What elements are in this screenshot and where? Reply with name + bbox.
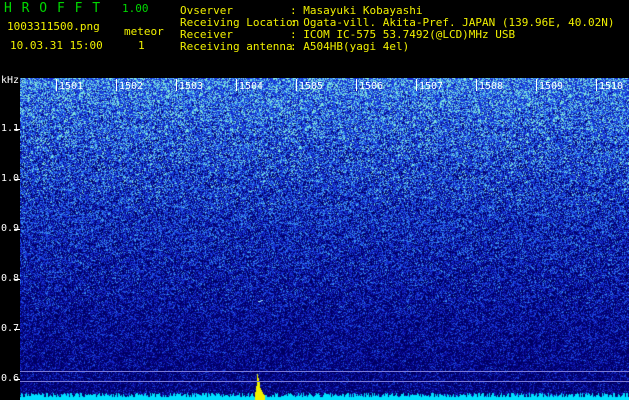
- time-tick-mark: [56, 79, 57, 91]
- antenna-value: : A504HB(yagi 4el): [290, 40, 410, 53]
- header-panel: H R O F F T 1.00 1003311500.png meteor 1…: [0, 0, 629, 78]
- meteor-count: 1: [138, 39, 145, 52]
- freq-tick-mark: [14, 329, 20, 330]
- band-guide-line: [20, 381, 629, 382]
- app-version: 1.00: [122, 2, 149, 15]
- antenna-label: Receiving antenna: [180, 40, 293, 53]
- time-tick-mark: [116, 79, 117, 91]
- capture-datetime: 10.03.31 15:00: [10, 39, 103, 52]
- app-title: H R O F F T: [4, 1, 102, 16]
- time-tick-mark: [176, 79, 177, 91]
- time-tick-mark: [536, 79, 537, 91]
- freq-tick-mark: [14, 229, 20, 230]
- spectrogram-area: [20, 78, 629, 400]
- time-tick-mark: [476, 79, 477, 91]
- freq-tick-mark: [14, 179, 20, 180]
- freq-tick-mark: [14, 379, 20, 380]
- time-tick-mark: [236, 79, 237, 91]
- time-tick-mark: [416, 79, 417, 91]
- band-guide-line: [20, 371, 629, 372]
- time-tick-label: 1506: [359, 81, 384, 92]
- time-tick-label: 1509: [539, 81, 564, 92]
- meteor-label: meteor: [124, 25, 164, 38]
- time-tick-label: 1502: [119, 81, 144, 92]
- time-tick-mark: [596, 79, 597, 91]
- freq-tick-mark: [14, 279, 20, 280]
- time-tick-label: 1503: [179, 81, 204, 92]
- freq-unit-label: kHz: [1, 75, 20, 86]
- time-tick-mark: [296, 79, 297, 91]
- time-tick-label: 1501: [59, 81, 84, 92]
- time-tick-label: 1504: [239, 81, 264, 92]
- time-tick-label: 1510: [599, 81, 624, 92]
- spectrogram-canvas: [20, 78, 629, 400]
- time-tick-label: 1507: [419, 81, 444, 92]
- image-filename: 1003311500.png: [7, 20, 100, 33]
- freq-tick-mark: [14, 129, 20, 130]
- time-tick-label: 1508: [479, 81, 504, 92]
- time-tick-label: 1505: [299, 81, 324, 92]
- time-tick-mark: [356, 79, 357, 91]
